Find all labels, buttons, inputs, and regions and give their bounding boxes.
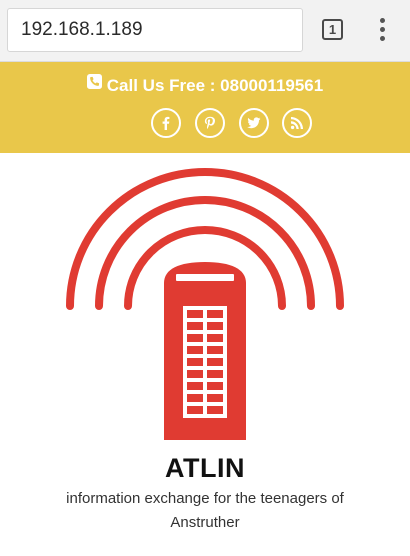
pinterest-icon bbox=[204, 116, 215, 129]
facebook-link[interactable] bbox=[151, 108, 181, 138]
social-links bbox=[0, 108, 410, 140]
twitter-icon bbox=[247, 117, 261, 129]
phone-box bbox=[164, 262, 246, 440]
overflow-menu-button[interactable] bbox=[372, 16, 394, 44]
pinterest-link[interactable] bbox=[195, 108, 225, 138]
twitter-link[interactable] bbox=[239, 108, 269, 138]
tab-switcher-button[interactable]: 1 bbox=[322, 19, 343, 40]
contact-header: Call Us Free : 08000119561 bbox=[0, 62, 410, 153]
call-us-line[interactable]: Call Us Free : 08000119561 bbox=[0, 74, 410, 96]
address-bar[interactable]: 192.168.1.189 bbox=[7, 8, 303, 52]
rss-link[interactable] bbox=[282, 108, 312, 138]
rss-icon bbox=[290, 117, 303, 130]
browser-toolbar: 192.168.1.189 1 bbox=[0, 0, 410, 62]
site-title: ATLIN bbox=[165, 453, 245, 483]
facebook-icon bbox=[162, 116, 170, 130]
call-us-text: Call Us Free : 08000119561 bbox=[106, 76, 324, 95]
phone-icon bbox=[86, 74, 102, 89]
site-tagline: information exchange for the teenagers o… bbox=[66, 490, 344, 531]
red-phone-box-logo bbox=[66, 168, 344, 440]
